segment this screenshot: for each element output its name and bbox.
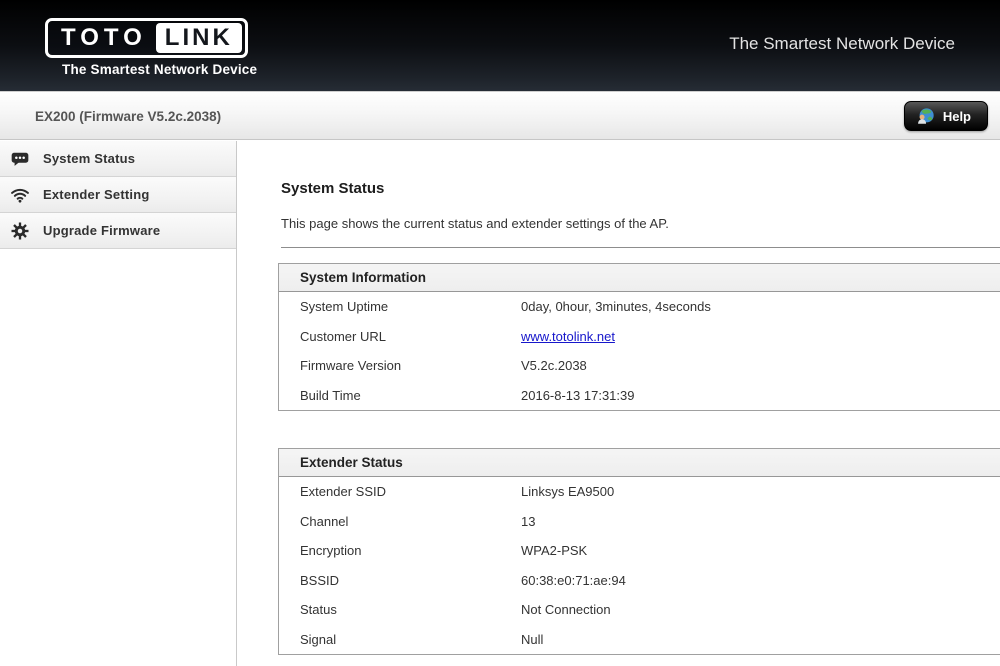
table-row: Status Not Connection <box>279 595 1000 625</box>
table-row: Build Time 2016-8-13 17:31:39 <box>279 381 1000 411</box>
logo-text-toto: TOTO <box>61 24 147 52</box>
help-globe-person-icon <box>916 106 936 126</box>
table-row: Signal Null <box>279 625 1000 655</box>
sidebar-item-system-status[interactable]: System Status <box>0 141 236 177</box>
sidebar-item-label: Extender Setting <box>43 187 150 202</box>
channel-value: 13 <box>521 514 1000 529</box>
subheader: EX200 (Firmware V5.2c.2038) Help <box>0 91 1000 140</box>
panel-title: Extender Status <box>279 449 1000 477</box>
row-label: Firmware Version <box>279 358 521 373</box>
table-row: Encryption WPA2-PSK <box>279 536 1000 566</box>
firmware-version-value: V5.2c.2038 <box>521 358 1000 373</box>
row-label: Encryption <box>279 543 521 558</box>
device-title: EX200 (Firmware V5.2c.2038) <box>35 109 221 124</box>
row-label: Signal <box>279 632 521 647</box>
totolink-logo: TOTO LINK The Smartest Network Device <box>45 18 257 77</box>
header-tagline: The Smartest Network Device <box>729 34 955 54</box>
table-row: Extender SSID Linksys EA9500 <box>279 477 1000 507</box>
help-button-label: Help <box>943 109 971 124</box>
page-title: System Status <box>281 180 384 197</box>
table-row: System Uptime 0day, 0hour, 3minutes, 4se… <box>279 292 1000 322</box>
customer-url-link[interactable]: www.totolink.net <box>521 329 615 344</box>
build-time-value: 2016-8-13 17:31:39 <box>521 388 1000 403</box>
table-row: Customer URL www.totolink.net <box>279 322 1000 352</box>
page: { "header": { "logo_primary": "TOTO", "l… <box>0 0 1000 666</box>
row-label: BSSID <box>279 573 521 588</box>
sidebar-item-upgrade-firmware[interactable]: Upgrade Firmware <box>0 213 236 249</box>
logo-tagline: The Smartest Network Device <box>62 62 257 77</box>
table-row: Channel 13 <box>279 507 1000 537</box>
signal-value: Null <box>521 632 1000 647</box>
table-row: Firmware Version V5.2c.2038 <box>279 351 1000 381</box>
header: TOTO LINK The Smartest Network Device Th… <box>0 0 1000 91</box>
gear-icon <box>10 221 30 241</box>
logo-text-link: LINK <box>156 23 242 53</box>
wifi-icon <box>10 185 30 205</box>
bssid-value: 60:38:e0:71:ae:94 <box>521 573 1000 588</box>
sidebar-item-label: System Status <box>43 151 135 166</box>
divider <box>281 247 1000 248</box>
table-row: BSSID 60:38:e0:71:ae:94 <box>279 566 1000 596</box>
status-value: Not Connection <box>521 602 1000 617</box>
sidebar-item-label: Upgrade Firmware <box>43 223 160 238</box>
system-uptime-value: 0day, 0hour, 3minutes, 4seconds <box>521 299 1000 314</box>
page-description: This page shows the current status and e… <box>281 216 669 231</box>
row-label: Channel <box>279 514 521 529</box>
row-label: System Uptime <box>279 299 521 314</box>
extender-ssid-value: Linksys EA9500 <box>521 484 1000 499</box>
row-label: Extender SSID <box>279 484 521 499</box>
totolink-logo-box: TOTO LINK <box>45 18 248 58</box>
panel-title: System Information <box>279 264 1000 292</box>
encryption-value: WPA2-PSK <box>521 543 1000 558</box>
extender-status-panel: Extender Status Extender SSID Linksys EA… <box>278 448 1000 655</box>
system-information-panel: System Information System Uptime 0day, 0… <box>278 263 1000 411</box>
chat-bubble-icon <box>10 149 30 169</box>
row-label: Customer URL <box>279 329 521 344</box>
main-content: System Status This page shows the curren… <box>238 141 1000 666</box>
help-button[interactable]: Help <box>904 101 988 131</box>
row-label: Status <box>279 602 521 617</box>
row-label: Build Time <box>279 388 521 403</box>
sidebar: System Status Extender Setting <box>0 141 237 666</box>
sidebar-item-extender-setting[interactable]: Extender Setting <box>0 177 236 213</box>
